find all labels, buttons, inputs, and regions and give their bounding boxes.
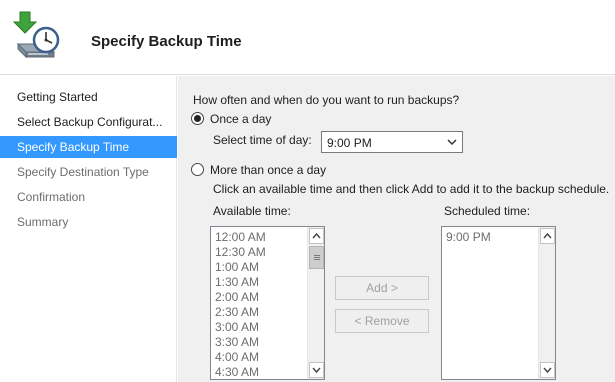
backup-clock-icon	[10, 10, 62, 62]
scroll-down-button[interactable]	[309, 362, 324, 378]
chevron-up-icon	[312, 232, 321, 239]
scroll-up-button[interactable]	[540, 228, 555, 244]
scheduled-time-label: Scheduled time:	[444, 204, 531, 218]
chevron-down-icon	[312, 367, 321, 374]
scheduled-time-list[interactable]: 9:00 PM	[441, 226, 556, 380]
list-item[interactable]: 12:30 AM	[215, 245, 266, 259]
sidebar-item-summary: Summary	[17, 215, 69, 229]
available-time-label: Available time:	[213, 204, 291, 218]
remove-button[interactable]: < Remove	[335, 309, 429, 333]
scheduled-list-scrollbar[interactable]	[538, 227, 555, 379]
available-list-scrollbar[interactable]	[307, 227, 324, 379]
once-a-day-label[interactable]: Once a day	[210, 112, 271, 126]
wizard-content: How often and when do you want to run ba…	[178, 76, 615, 382]
list-item[interactable]: 1:00 AM	[215, 260, 259, 274]
list-item[interactable]: 4:00 AM	[215, 350, 259, 364]
page-title: Specify Backup Time	[91, 33, 242, 50]
list-item[interactable]: 9:00 PM	[446, 230, 491, 244]
sidebar-item-select-backup-configuration[interactable]: Select Backup Configurat...	[0, 111, 177, 133]
sidebar-item-confirmation: Confirmation	[17, 190, 86, 204]
sidebar-item-specify-backup-time[interactable]: Specify Backup Time	[0, 136, 177, 158]
list-item[interactable]: 2:30 AM	[215, 305, 259, 319]
list-item[interactable]: 3:30 AM	[215, 335, 259, 349]
scroll-down-button[interactable]	[540, 362, 555, 378]
list-item[interactable]: 2:00 AM	[215, 290, 259, 304]
list-item[interactable]: 12:00 AM	[215, 230, 266, 244]
chevron-down-icon	[445, 135, 459, 149]
time-of-day-label: Select time of day:	[213, 133, 312, 147]
scroll-up-button[interactable]	[309, 228, 324, 244]
more-than-once-radio[interactable]	[191, 163, 204, 176]
wizard-steps-sidebar: Getting Started Select Backup Configurat…	[0, 76, 177, 382]
time-of-day-value: 9:00 PM	[327, 136, 372, 150]
scroll-thumb[interactable]	[309, 246, 324, 269]
sidebar-item-getting-started[interactable]: Getting Started	[0, 86, 177, 108]
once-a-day-radio[interactable]	[191, 112, 204, 125]
list-item[interactable]: 3:00 AM	[215, 320, 259, 334]
list-item[interactable]: 4:30 AM	[215, 365, 259, 379]
time-of-day-select[interactable]: 9:00 PM	[321, 131, 463, 153]
chevron-up-icon	[543, 232, 552, 239]
sidebar-item-specify-destination-type: Specify Destination Type	[17, 165, 149, 179]
more-than-once-label[interactable]: More than once a day	[210, 163, 326, 177]
list-item[interactable]: 1:30 AM	[215, 275, 259, 289]
chevron-down-icon	[543, 367, 552, 374]
frequency-question: How often and when do you want to run ba…	[193, 93, 460, 107]
wizard-header: Specify Backup Time	[0, 0, 615, 75]
available-time-list[interactable]: 12:00 AM 12:30 AM 1:00 AM 1:30 AM 2:00 A…	[210, 226, 325, 380]
add-button[interactable]: Add >	[335, 276, 429, 300]
schedule-instruction: Click an available time and then click A…	[213, 182, 610, 196]
